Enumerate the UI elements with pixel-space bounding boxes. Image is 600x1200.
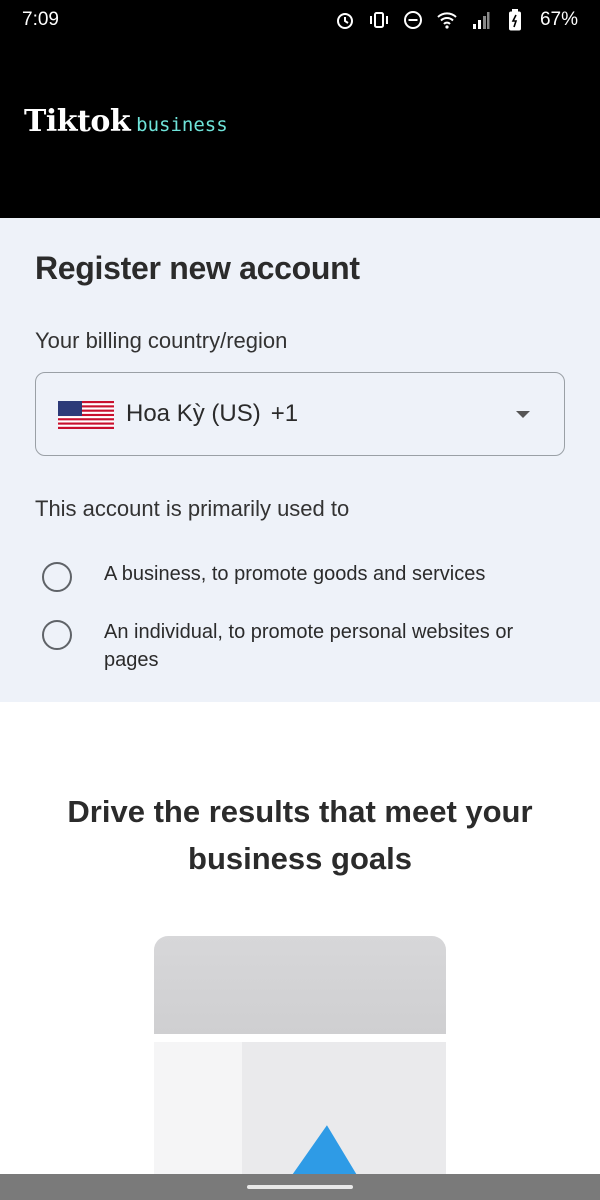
status-icons: 67% [334, 9, 578, 31]
promo-section: Drive the results that meet your busines… [0, 702, 600, 1200]
page-title: Register new account [35, 250, 360, 286]
register-panel: Register new account Your billing countr… [0, 218, 600, 702]
promo-title: Drive the results that meet your busines… [67, 794, 533, 876]
gesture-nav-bar [0, 1174, 600, 1200]
purpose-label: This account is primarily used to [35, 496, 350, 521]
option-business-label: A business, to promote goods and service… [104, 563, 486, 585]
option-individual[interactable]: An individual, to promote personal websi… [42, 618, 544, 674]
wifi-icon [436, 9, 458, 31]
option-individual-label: An individual, to promote personal websi… [104, 621, 514, 671]
radio-button-business[interactable] [42, 562, 72, 592]
chevron-down-icon [516, 411, 530, 418]
promo-illustration [154, 936, 446, 1200]
alarm-icon [334, 9, 356, 31]
dial-code: +1 [270, 400, 299, 427]
selected-country: Hoa Kỳ (US) [126, 400, 261, 427]
us-flag-icon [58, 401, 114, 429]
home-handle[interactable] [247, 1185, 353, 1189]
brand-main: Tiktok [24, 104, 131, 139]
status-time: 7:09 [22, 9, 59, 30]
battery-level: 67% [539, 9, 578, 30]
country-select[interactable]: Hoa Kỳ (US) +1 [35, 372, 565, 456]
radio-button-individual[interactable] [42, 620, 72, 650]
illustration-top-card [154, 936, 446, 1034]
vibrate-icon [368, 9, 390, 31]
brand-logo: Tiktok business [24, 104, 228, 139]
app-header: 7:09 67% Tiktok business [0, 0, 600, 218]
battery-icon [504, 9, 526, 31]
country-select-value: Hoa Kỳ (US) +1 [126, 400, 298, 428]
do-not-disturb-icon [402, 9, 424, 31]
option-business[interactable]: A business, to promote goods and service… [42, 560, 544, 592]
signal-icon [470, 9, 492, 31]
brand-sub: business [136, 114, 228, 136]
country-label: Your billing country/region [35, 328, 288, 353]
